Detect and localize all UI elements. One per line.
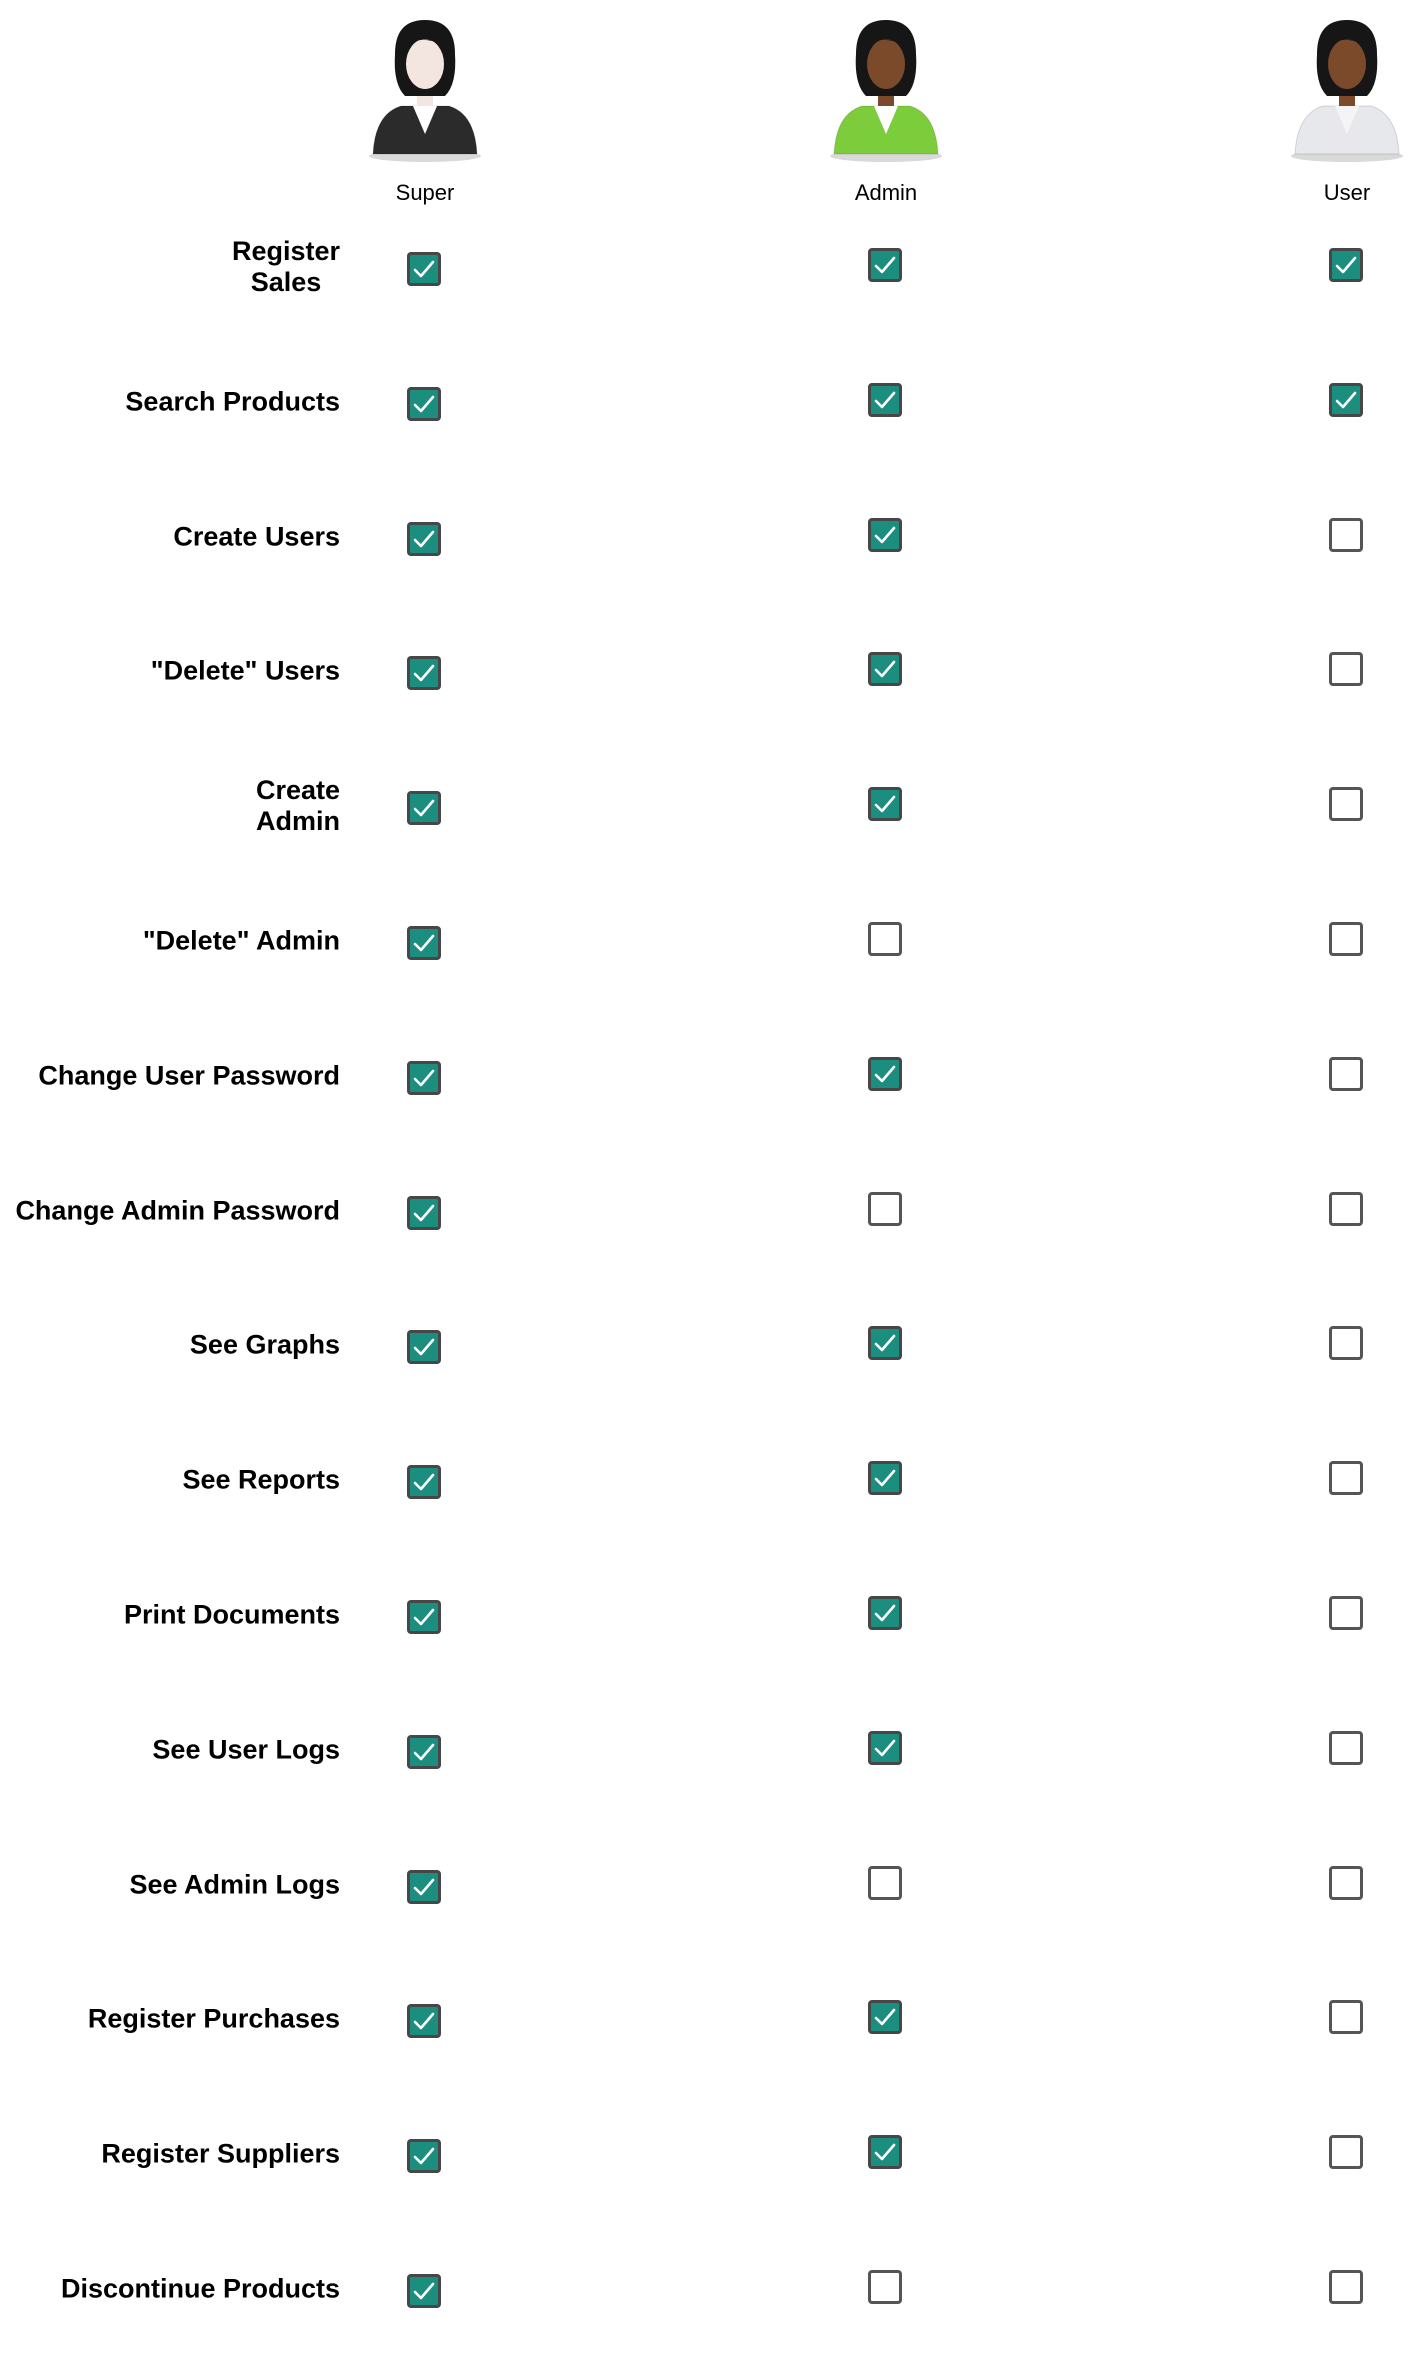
checkbox-super[interactable] [407, 252, 441, 286]
checkbox-admin[interactable] [868, 2270, 902, 2304]
checkbox-admin[interactable] [868, 1191, 902, 1226]
permission-row: Create Admin [0, 739, 1424, 873]
checkbox-super[interactable] [407, 926, 441, 960]
checkbox-user[interactable] [1329, 1326, 1363, 1361]
checkbox-user[interactable] [1329, 2270, 1363, 2304]
checkbox-user[interactable] [1329, 248, 1363, 282]
checkbox-admin[interactable] [868, 248, 902, 282]
permission-row: Change Admin Password [0, 1144, 1424, 1278]
checkbox-user[interactable] [1329, 517, 1363, 552]
checkbox-admin[interactable] [868, 1596, 902, 1630]
permission-label: Create Users [173, 521, 340, 552]
checkbox-admin[interactable] [868, 652, 902, 687]
permission-label: "Delete" Admin [142, 925, 340, 956]
checkbox-admin[interactable] [868, 1865, 902, 1900]
checkbox-super[interactable] [407, 1869, 441, 1904]
checkbox-user[interactable] [1329, 1596, 1363, 1630]
checkbox-super[interactable] [407, 386, 441, 421]
checkbox-super[interactable] [407, 656, 441, 691]
permission-row: Search Products [0, 335, 1424, 469]
checkbox-user[interactable] [1329, 2135, 1363, 2170]
checkbox-user[interactable] [1329, 2000, 1363, 2035]
permission-row: Register Sales [0, 200, 1424, 334]
role-column-super: Super [315, 0, 535, 206]
permission-row: Change User Password [0, 1009, 1424, 1143]
checkbox-admin[interactable] [868, 1730, 902, 1765]
permission-row: See Admin Logs [0, 1818, 1424, 1952]
permission-label: Discontinue Products [60, 2273, 340, 2304]
checkbox-super[interactable] [407, 1600, 441, 1634]
checkbox-user[interactable] [1329, 652, 1363, 687]
checkbox-user[interactable] [1329, 1056, 1363, 1091]
permission-label: Print Documents [123, 1599, 340, 1630]
role-column-admin: Admin [776, 0, 996, 206]
checkbox-user[interactable] [1329, 922, 1363, 956]
permission-label: Change Admin Password [15, 1195, 340, 1226]
checkbox-super[interactable] [407, 2004, 441, 2039]
permission-label: Register Suppliers [101, 2138, 340, 2169]
checkbox-admin[interactable] [868, 2000, 902, 2035]
checkbox-admin[interactable] [868, 1056, 902, 1091]
permission-label: See Graphs [189, 1329, 340, 1360]
checkbox-admin[interactable] [868, 2135, 902, 2170]
permission-row: Discontinue Products [0, 2222, 1424, 2356]
checkbox-super[interactable] [407, 1465, 441, 1500]
checkbox-admin[interactable] [868, 1461, 902, 1496]
checkbox-super[interactable] [407, 791, 441, 826]
woman-white-shirt-avatar-icon [1287, 0, 1407, 164]
checkbox-admin[interactable] [868, 787, 902, 822]
permission-label: Search Products [125, 386, 340, 417]
woman-green-suit-avatar-icon [826, 0, 946, 164]
checkbox-admin[interactable] [868, 1326, 902, 1361]
checkbox-super[interactable] [407, 1060, 441, 1095]
permission-label: Register Purchases [87, 2003, 340, 2034]
permission-row: See Reports [0, 1413, 1424, 1547]
permission-row: "Delete" Admin [0, 874, 1424, 1008]
permission-label: Create Admin [255, 775, 340, 837]
permission-row: See Graphs [0, 1278, 1424, 1412]
permission-row: Register Purchases [0, 1952, 1424, 2086]
permission-label: See Reports [182, 1464, 340, 1495]
checkbox-super[interactable] [407, 2274, 441, 2308]
permission-row: Register Suppliers [0, 2087, 1424, 2221]
checkbox-admin[interactable] [868, 382, 902, 417]
checkbox-super[interactable] [407, 2139, 441, 2174]
permission-label: See Admin Logs [129, 1869, 340, 1900]
permission-row: Create Users [0, 470, 1424, 604]
checkbox-user[interactable] [1329, 1191, 1363, 1226]
permission-label: See User Logs [152, 1734, 340, 1765]
checkbox-super[interactable] [407, 1195, 441, 1230]
checkbox-super[interactable] [407, 521, 441, 556]
permission-label: "Delete" Users [150, 655, 340, 686]
role-column-user: User [1237, 0, 1424, 206]
permission-row: See User Logs [0, 1683, 1424, 1817]
permission-label: Change User Password [38, 1060, 340, 1091]
checkbox-super[interactable] [407, 1330, 441, 1365]
checkbox-admin[interactable] [868, 517, 902, 552]
permission-row: Print Documents [0, 1548, 1424, 1682]
checkbox-user[interactable] [1329, 1730, 1363, 1765]
checkbox-super[interactable] [407, 1734, 441, 1769]
woman-black-suit-avatar-icon [365, 0, 485, 164]
checkbox-admin[interactable] [868, 922, 902, 956]
checkbox-user[interactable] [1329, 382, 1363, 417]
permission-label: Register Sales [231, 236, 340, 297]
permission-row: "Delete" Users [0, 604, 1424, 738]
checkbox-user[interactable] [1329, 787, 1363, 822]
checkbox-user[interactable] [1329, 1865, 1363, 1900]
checkbox-user[interactable] [1329, 1461, 1363, 1496]
